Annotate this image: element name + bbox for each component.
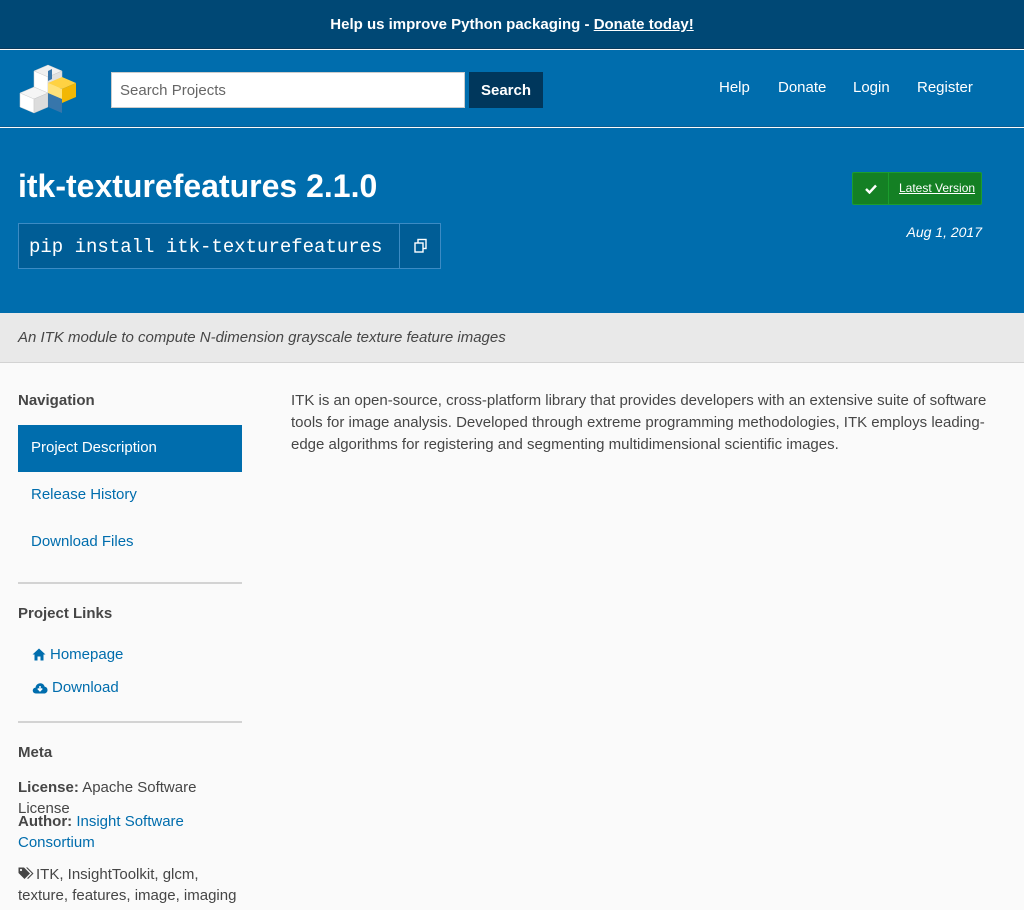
- nav-help-link[interactable]: Help: [719, 79, 750, 96]
- sidebar-divider: [18, 721, 242, 723]
- download-link-label: Download: [52, 679, 119, 696]
- project-description: ITK is an open-source, cross-platform li…: [291, 392, 987, 453]
- author-info: Author: Insight Software Consortium: [18, 811, 242, 853]
- release-date: Aug 1, 2017: [906, 224, 982, 240]
- pip-command-box: pip install itk-texturefeatures: [18, 223, 441, 269]
- package-summary-bar: An ITK module to compute N-dimension gra…: [0, 313, 1024, 363]
- check-icon: [865, 184, 877, 194]
- nav-donate-link[interactable]: Donate: [778, 79, 826, 96]
- tags-icon: [18, 867, 34, 879]
- sidebar-divider: [18, 582, 242, 584]
- meta-heading: Meta: [18, 744, 53, 761]
- package-header: itk-texturefeatures 2.1.0 pip install it…: [0, 128, 1024, 313]
- package-title: itk-texturefeatures 2.1.0: [18, 168, 378, 204]
- pip-command: pip install itk-texturefeatures: [29, 236, 383, 258]
- project-links-heading: Project Links: [18, 605, 113, 622]
- search-button[interactable]: Search: [469, 72, 543, 108]
- navigation-heading: Navigation: [18, 392, 95, 409]
- keywords-info: ITK, InsightToolkit, glcm, texture, feat…: [18, 864, 242, 906]
- site-header: Search Help Donate Login Register: [0, 50, 1024, 127]
- search-input[interactable]: [111, 72, 465, 108]
- homepage-link[interactable]: Homepage: [32, 646, 123, 663]
- latest-version-label: Latest Version: [899, 181, 976, 195]
- copy-button[interactable]: [399, 224, 441, 268]
- nav-register-link[interactable]: Register: [917, 79, 973, 96]
- package-summary: An ITK module to compute N-dimension gra…: [18, 329, 506, 346]
- banner-text: Help us improve Python packaging -: [330, 16, 594, 33]
- tab-project-description[interactable]: Project Description: [18, 425, 242, 472]
- license-label: License:: [18, 779, 79, 796]
- home-icon: [32, 648, 46, 661]
- pypi-logo-icon[interactable]: [18, 63, 78, 115]
- author-label: Author:: [18, 813, 73, 830]
- tab-download-files[interactable]: Download Files: [18, 519, 242, 566]
- donate-today-link[interactable]: Donate today!: [594, 16, 694, 33]
- copy-icon: [414, 238, 427, 253]
- nav-login-link[interactable]: Login: [853, 79, 890, 96]
- homepage-link-label: Homepage: [50, 646, 124, 663]
- donate-banner: Help us improve Python packaging - Donat…: [0, 0, 1024, 49]
- keywords-text: ITK, InsightToolkit, glcm, texture, feat…: [18, 866, 237, 904]
- download-link[interactable]: Download: [32, 679, 119, 696]
- cloud-download-icon: [32, 683, 48, 694]
- latest-version-badge[interactable]: Latest Version: [852, 172, 982, 205]
- tab-release-history[interactable]: Release History: [18, 472, 242, 519]
